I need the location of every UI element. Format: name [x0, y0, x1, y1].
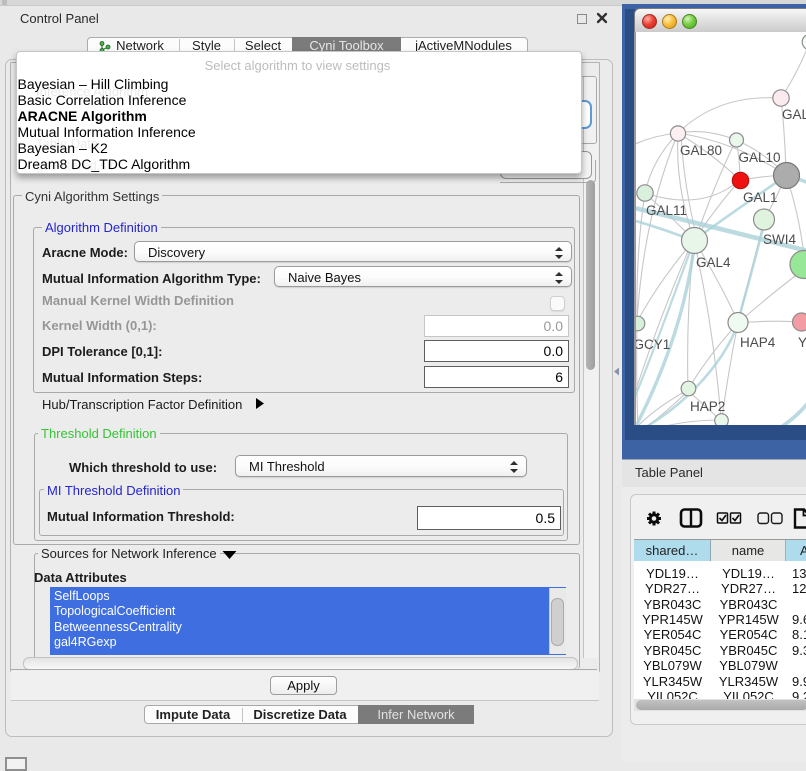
svg-text:GCY1: GCY1: [634, 337, 670, 352]
svg-text:GAL11: GAL11: [646, 203, 687, 218]
svg-text:GAL7: GAL7: [782, 107, 806, 122]
svg-text:GAL80: GAL80: [680, 143, 722, 158]
svg-text:GAL10: GAL10: [739, 150, 781, 165]
svg-text:GAL4: GAL4: [696, 255, 731, 270]
svg-text:GAL1: GAL1: [743, 190, 778, 205]
svg-text:HAP2: HAP2: [690, 399, 725, 414]
svg-text:SWI4: SWI4: [763, 232, 796, 247]
svg-text:YL: YL: [798, 335, 806, 350]
svg-text:HAP4: HAP4: [740, 335, 776, 350]
